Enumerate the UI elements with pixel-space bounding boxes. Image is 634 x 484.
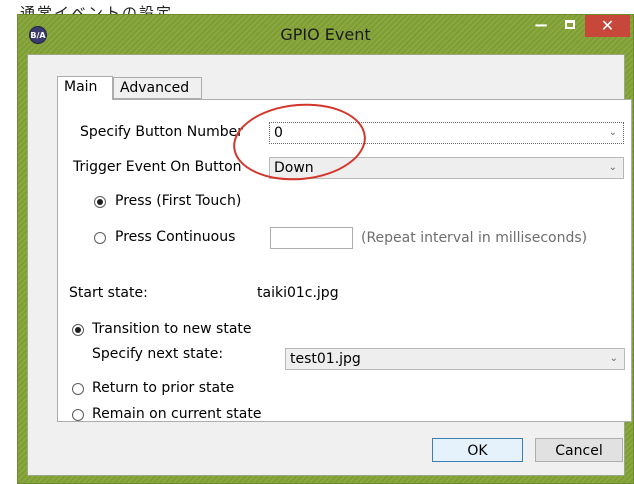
return-prior-radio[interactable] xyxy=(72,383,84,395)
tab-advanced[interactable]: Advanced xyxy=(113,77,202,99)
trigger-event-label: Trigger Event On Button xyxy=(73,159,242,175)
title-bar[interactable]: B/A GPIO Event − ✕ xyxy=(18,15,633,53)
transition-radio[interactable] xyxy=(72,324,84,336)
trigger-event-value: Down xyxy=(274,160,314,176)
cancel-button[interactable]: Cancel xyxy=(535,438,623,462)
gpio-event-window: B/A GPIO Event − ✕ Main Advanced Specify… xyxy=(17,14,634,484)
return-prior-label: Return to prior state xyxy=(92,380,235,396)
remain-current-radio[interactable] xyxy=(72,409,84,421)
next-state-value: test01.jpg xyxy=(290,351,361,367)
tab-main[interactable]: Main xyxy=(57,76,113,100)
remain-current-label: Remain on current state xyxy=(92,406,262,422)
repeat-interval-input[interactable] xyxy=(270,227,353,249)
button-number-label: Specify Button Number xyxy=(80,124,243,140)
close-icon[interactable]: ✕ xyxy=(585,15,630,37)
chevron-down-icon: ⌄ xyxy=(609,353,618,364)
start-state-label: Start state: xyxy=(69,285,148,301)
next-state-combo[interactable]: test01.jpg ⌄ xyxy=(285,348,625,370)
press-continuous-label: Press Continuous xyxy=(115,229,236,245)
press-first-label: Press (First Touch) xyxy=(115,193,242,209)
chevron-down-icon: ⌄ xyxy=(608,162,617,173)
page-caption: 通常イベントの設定 xyxy=(20,4,174,14)
ok-button[interactable]: OK xyxy=(432,438,523,462)
minimize-icon[interactable]: − xyxy=(527,15,555,37)
maximize-icon[interactable] xyxy=(556,15,584,37)
chevron-down-icon: ⌄ xyxy=(608,127,617,138)
dialog-client: Main Advanced Specify Button Number 0 ⌄ … xyxy=(27,54,632,476)
main-tab-panel: Specify Button Number 0 ⌄ Trigger Event … xyxy=(57,99,632,422)
button-number-value: 0 xyxy=(274,125,283,141)
button-number-combo[interactable]: 0 ⌄ xyxy=(269,122,624,144)
press-first-radio[interactable] xyxy=(94,196,106,208)
next-state-label: Specify next state: xyxy=(92,346,224,362)
trigger-event-combo[interactable]: Down ⌄ xyxy=(269,157,624,179)
press-continuous-radio[interactable] xyxy=(94,232,106,244)
repeat-interval-hint: (Repeat interval in milliseconds) xyxy=(361,230,588,246)
transition-label: Transition to new state xyxy=(92,321,252,337)
start-state-value: taiki01c.jpg xyxy=(257,285,339,301)
